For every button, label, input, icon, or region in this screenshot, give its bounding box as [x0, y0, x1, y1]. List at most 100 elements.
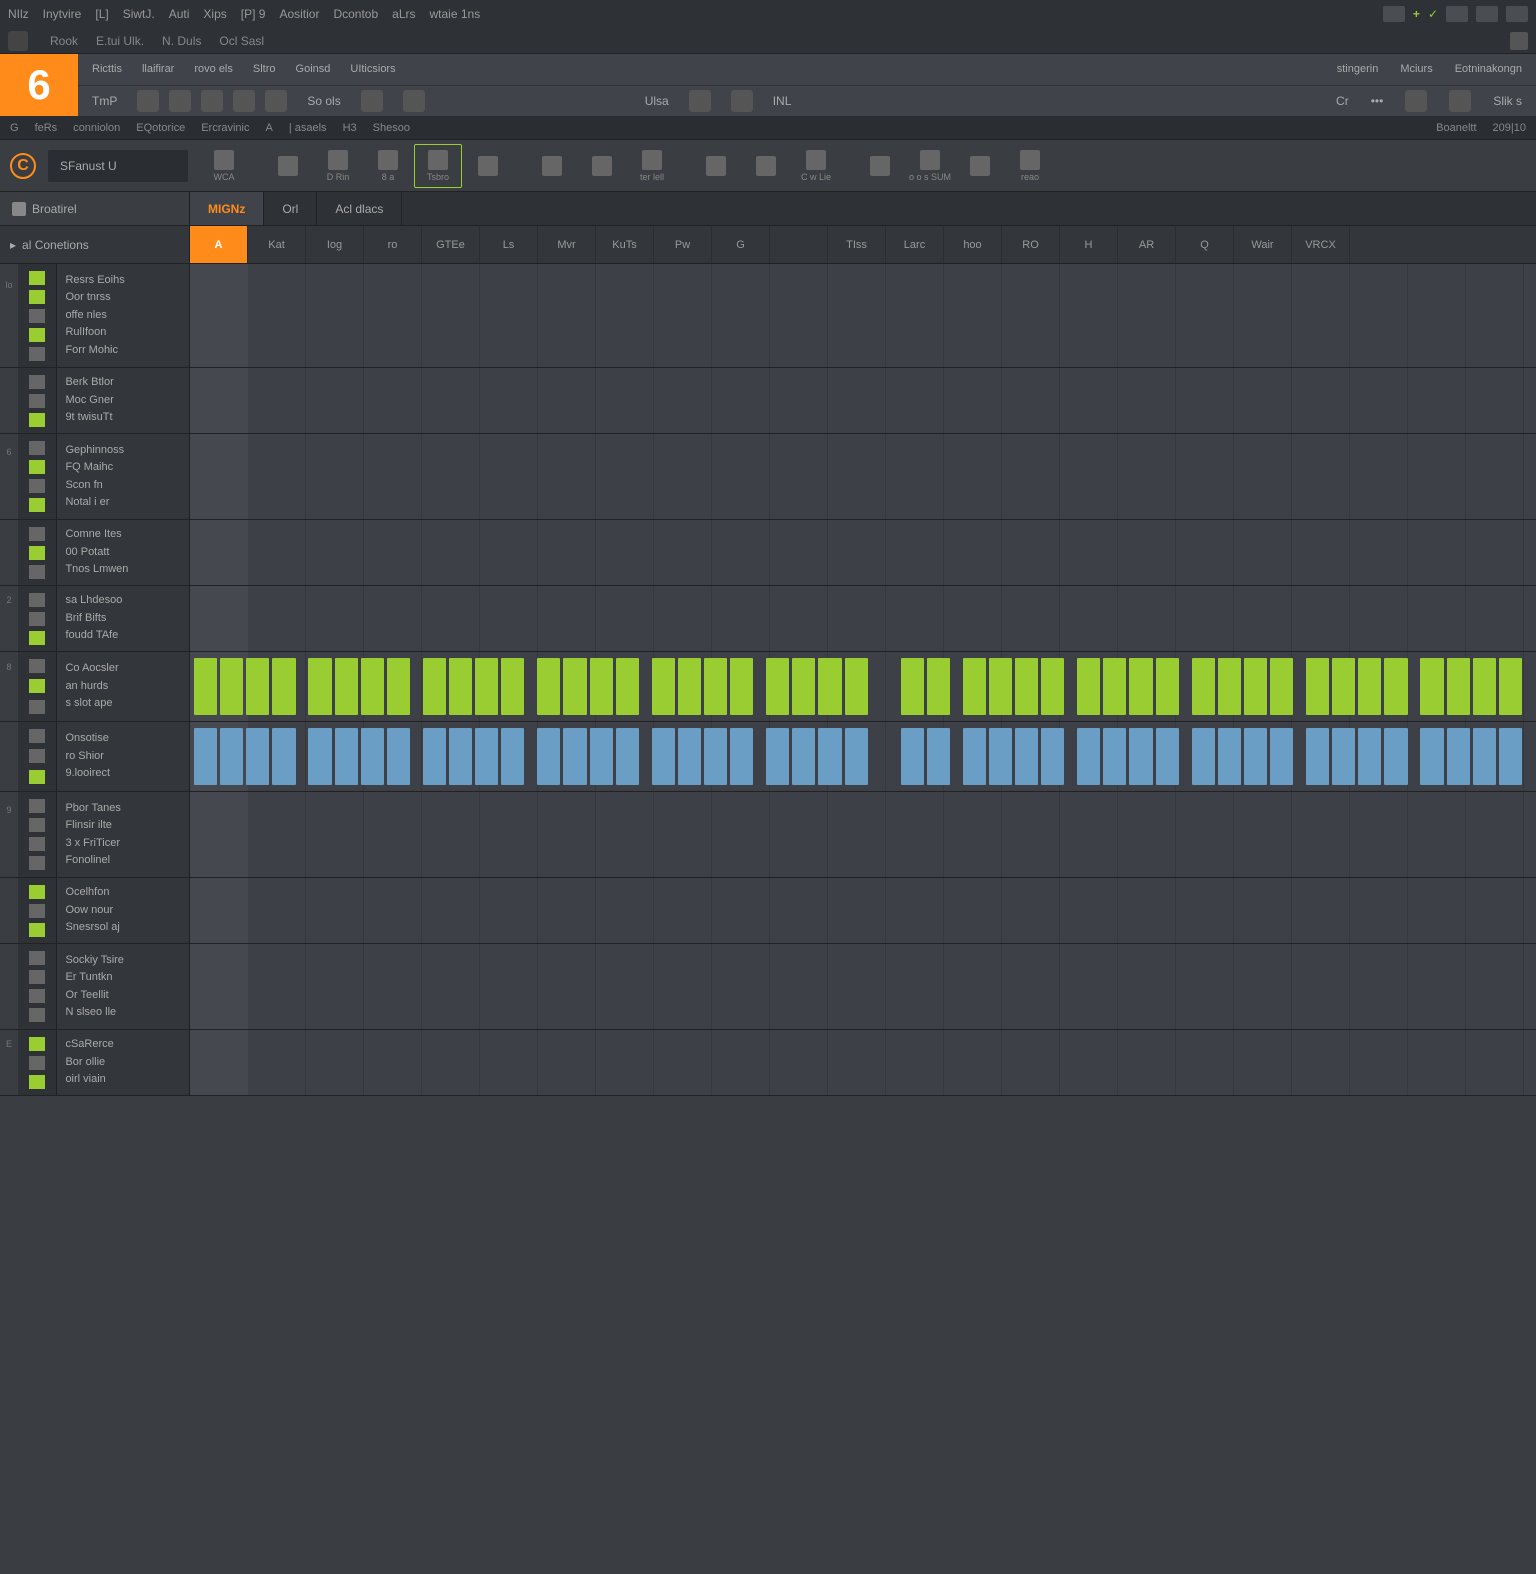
- track-cells[interactable]: [190, 1030, 1536, 1095]
- track-cells[interactable]: [190, 520, 1536, 585]
- toolbar-label[interactable]: Goinsd: [296, 63, 331, 75]
- track-label-col[interactable]: Onsotisero Shior9.looirect: [57, 722, 190, 791]
- track-status-icon[interactable]: [29, 700, 45, 714]
- tool-icon[interactable]: [265, 90, 287, 112]
- tool-icon[interactable]: [169, 90, 191, 112]
- toolbar-label[interactable]: Mciurs: [1400, 63, 1432, 75]
- settings-icon[interactable]: [1510, 32, 1528, 50]
- submenu-item[interactable]: Ocl Sasl: [219, 34, 264, 48]
- window-control-icon[interactable]: [1476, 6, 1498, 22]
- track-status-icon[interactable]: [29, 1075, 45, 1089]
- menu-item[interactable]: [L]: [95, 7, 108, 21]
- track-status-icon[interactable]: [29, 818, 45, 832]
- track-status-icon[interactable]: [29, 631, 45, 645]
- column-header[interactable]: AR: [1118, 226, 1176, 263]
- plus-icon[interactable]: +: [1413, 7, 1420, 21]
- info-item[interactable]: | asaels: [289, 122, 327, 134]
- tool-button[interactable]: [264, 144, 312, 188]
- submenu-item[interactable]: Rook: [50, 34, 78, 48]
- column-header[interactable]: H: [1060, 226, 1118, 263]
- track-label-col[interactable]: Pbor TanesFlinsir ilte3 x FriTicerFonoli…: [57, 792, 190, 877]
- menu-item[interactable]: aLrs: [392, 7, 415, 21]
- column-header[interactable]: Wair: [1234, 226, 1292, 263]
- track-status-icon[interactable]: [29, 885, 45, 899]
- track-status-icon[interactable]: [29, 375, 45, 389]
- column-header[interactable]: [770, 226, 828, 263]
- track-status-icon[interactable]: [29, 546, 45, 560]
- toolbar-label[interactable]: llaifirar: [142, 63, 174, 75]
- pattern-number[interactable]: 6: [0, 54, 78, 116]
- info-item[interactable]: G: [10, 122, 19, 134]
- check-icon[interactable]: ✓: [1428, 7, 1438, 21]
- track-status-icon[interactable]: [29, 347, 45, 361]
- column-header[interactable]: ro: [364, 226, 422, 263]
- menu-item[interactable]: Aositior: [279, 7, 319, 21]
- toolbar-label[interactable]: Sltro: [253, 63, 276, 75]
- column-header[interactable]: Ls: [480, 226, 538, 263]
- tool-button[interactable]: ter lell: [628, 144, 676, 188]
- track-cells[interactable]: [190, 264, 1536, 367]
- tool-icon[interactable]: [137, 90, 159, 112]
- pattern-clip[interactable]: [190, 652, 1536, 721]
- view-tab[interactable]: Acl dlacs: [317, 192, 402, 225]
- right-label[interactable]: •••: [1371, 94, 1384, 108]
- track-status-icon[interactable]: [29, 923, 45, 937]
- track-status-icon[interactable]: [29, 271, 45, 285]
- view-tab[interactable]: Orl: [264, 192, 317, 225]
- tool-button[interactable]: WCA: [200, 144, 248, 188]
- track-status-icon[interactable]: [29, 565, 45, 579]
- menu-item[interactable]: NIlz: [8, 7, 29, 21]
- track-cells[interactable]: [190, 368, 1536, 433]
- track-status-icon[interactable]: [29, 904, 45, 918]
- track-label-col[interactable]: cSaRerceBor ollieoirl viain: [57, 1030, 190, 1095]
- info-item[interactable]: EQotorice: [136, 122, 185, 134]
- column-header[interactable]: Iog: [306, 226, 364, 263]
- tool-button[interactable]: C w Lie: [792, 144, 840, 188]
- track-status-icon[interactable]: [29, 729, 45, 743]
- menu-item[interactable]: wtaie 1ns: [430, 7, 481, 21]
- track-status-icon[interactable]: [29, 799, 45, 813]
- submenu-item[interactable]: N. Duls: [162, 34, 201, 48]
- menu-item[interactable]: SiwtJ.: [123, 7, 155, 21]
- track-status-icon[interactable]: [29, 1037, 45, 1051]
- column-header[interactable]: GTEe: [422, 226, 480, 263]
- column-header[interactable]: Larc: [886, 226, 944, 263]
- window-control-icon[interactable]: [1383, 6, 1405, 22]
- track-status-icon[interactable]: [29, 441, 45, 455]
- tool-icon[interactable]: [1449, 90, 1471, 112]
- track-status-icon[interactable]: [29, 593, 45, 607]
- tool-icon[interactable]: [361, 90, 383, 112]
- info-item[interactable]: H3: [343, 122, 357, 134]
- menu-item[interactable]: [P] 9: [241, 7, 266, 21]
- tool-icon[interactable]: [201, 90, 223, 112]
- window-control-icon[interactable]: [1446, 6, 1468, 22]
- column-header[interactable]: Mvr: [538, 226, 596, 263]
- submenu-item[interactable]: E.tui Ulk.: [96, 34, 144, 48]
- tool-button[interactable]: [856, 144, 904, 188]
- column-header[interactable]: KuTs: [596, 226, 654, 263]
- track-status-icon[interactable]: [29, 770, 45, 784]
- column-header[interactable]: A: [190, 226, 248, 263]
- track-cells[interactable]: [190, 792, 1536, 877]
- view-tab[interactable]: MIGNz: [190, 192, 264, 225]
- track-cells[interactable]: [190, 944, 1536, 1029]
- column-header[interactable]: VRCX: [1292, 226, 1350, 263]
- tool-button[interactable]: [692, 144, 740, 188]
- toolbar-label[interactable]: rovo els: [194, 63, 233, 75]
- track-status-icon[interactable]: [29, 951, 45, 965]
- column-header[interactable]: RO: [1002, 226, 1060, 263]
- tool-button[interactable]: [464, 144, 512, 188]
- pattern-name-input[interactable]: SFanust U: [48, 150, 188, 182]
- track-status-icon[interactable]: [29, 413, 45, 427]
- track-status-icon[interactable]: [29, 1008, 45, 1022]
- tool-button[interactable]: reao: [1006, 144, 1054, 188]
- tool-button[interactable]: [742, 144, 790, 188]
- tool-icon[interactable]: [1405, 90, 1427, 112]
- track-status-icon[interactable]: [29, 970, 45, 984]
- column-header[interactable]: Q: [1176, 226, 1234, 263]
- track-status-icon[interactable]: [29, 989, 45, 1003]
- tool-button[interactable]: Tsbro: [414, 144, 462, 188]
- tool-icon[interactable]: [233, 90, 255, 112]
- tool-button[interactable]: 8 a: [364, 144, 412, 188]
- tool-button[interactable]: [578, 144, 626, 188]
